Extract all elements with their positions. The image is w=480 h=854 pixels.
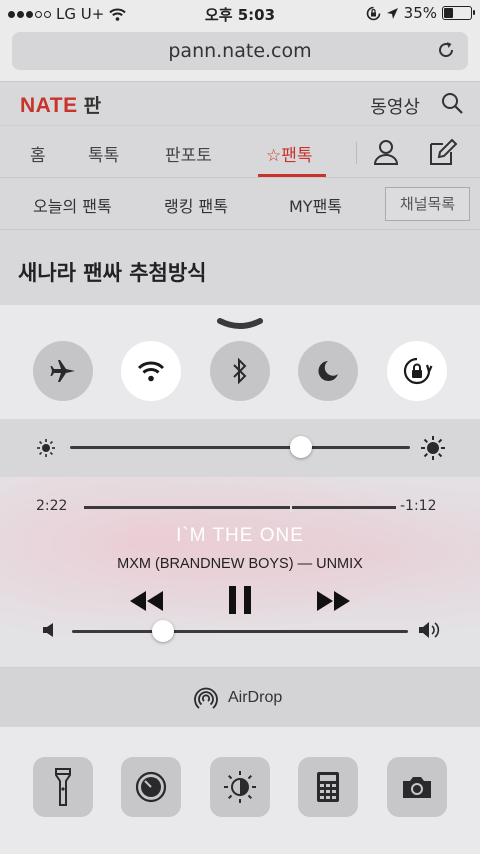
brightness-low-icon: [37, 439, 55, 457]
airdrop-icon: [194, 687, 218, 709]
fast-forward-icon[interactable]: [316, 589, 352, 613]
status-bar: LG U+ 오후 5:03 35%: [0, 0, 480, 28]
quick-actions-row: [0, 727, 480, 854]
now-playing-section: 2:22 -1:12 I`M THE ONE MXM (BRANDNEW BOY…: [0, 477, 480, 667]
site-header: NATE 판 동영상: [0, 82, 480, 126]
volume-low-icon: [43, 623, 53, 637]
url-text: pann.nate.com: [168, 40, 312, 62]
nate-logo-suffix: 판: [83, 96, 102, 117]
edit-icon[interactable]: [428, 138, 458, 166]
timer-icon: [135, 771, 167, 803]
nate-logo[interactable]: NATE 판: [20, 91, 102, 118]
wifi-toggle[interactable]: [121, 341, 181, 401]
user-icon[interactable]: [372, 138, 400, 166]
tab-toktok[interactable]: 톡톡: [88, 141, 119, 166]
subtab-today[interactable]: 오늘의 팬톡: [33, 193, 112, 217]
location-arrow-icon: [386, 7, 398, 19]
airdrop-button[interactable]: AirDrop: [0, 667, 480, 727]
battery-percent: 35%: [403, 4, 437, 22]
rotation-lock-status-icon: [366, 6, 380, 20]
airplane-icon: [50, 360, 75, 382]
playback-position-marker[interactable]: [290, 502, 292, 512]
do-not-disturb-toggle[interactable]: [298, 341, 358, 401]
elapsed-time: 2:22: [36, 498, 68, 514]
calculator-button[interactable]: [298, 757, 358, 817]
flashlight-icon: [55, 768, 71, 806]
timer-button[interactable]: [121, 757, 181, 817]
airdrop-content: AirDrop: [192, 684, 282, 712]
moon-icon: [318, 361, 338, 381]
sub-tabs: 오늘의 팬톡 랭킹 팬톡 MY팬톡 채널목록: [0, 178, 480, 230]
rotation-lock-icon: [403, 357, 433, 385]
playback-progress-bar[interactable]: [84, 506, 396, 509]
bluetooth-icon: [233, 357, 247, 385]
rewind-icon[interactable]: [128, 589, 164, 613]
remaining-time: -1:12: [400, 498, 437, 514]
video-link[interactable]: 동영상: [370, 93, 420, 119]
control-center: 2:22 -1:12 I`M THE ONE MXM (BRANDNEW BOY…: [0, 305, 480, 854]
brightness-section: [0, 419, 480, 477]
playback-controls: [0, 581, 480, 621]
reload-icon[interactable]: [436, 40, 456, 60]
browser-address-bar: pann.nate.com: [0, 28, 480, 82]
active-tab-indicator: [258, 174, 326, 177]
wifi-icon: [137, 361, 165, 382]
volume-high-icon: [419, 622, 440, 638]
main-tabs: 홈 톡톡 판포토 ☆팬톡: [0, 126, 480, 178]
brightness-slider-knob[interactable]: [290, 436, 312, 458]
subtab-my[interactable]: MY팬톡: [289, 193, 342, 217]
tab-divider: [356, 142, 357, 164]
camera-button[interactable]: [387, 757, 447, 817]
url-field[interactable]: pann.nate.com: [12, 32, 468, 70]
tab-home[interactable]: 홈: [30, 141, 46, 166]
night-shift-button[interactable]: [210, 757, 270, 817]
nate-logo-text: NATE: [20, 94, 78, 117]
tab-panphoto[interactable]: 판포토: [165, 141, 212, 166]
volume-slider-knob[interactable]: [152, 620, 174, 642]
song-title: I`M THE ONE: [176, 525, 304, 546]
airplane-mode-toggle[interactable]: [33, 341, 93, 401]
tab-fantalk[interactable]: ☆팬톡: [266, 141, 313, 166]
brightness-high-icon: [421, 436, 445, 460]
toggle-row: [0, 341, 480, 419]
web-page: NATE 판 동영상 홈 톡톡 판포토 ☆팬톡 오늘의 팬톡 랭킹 팬톡 MY팬톡…: [0, 82, 480, 307]
airdrop-label: AirDrop: [228, 689, 283, 706]
rotation-lock-toggle[interactable]: [387, 341, 447, 401]
pause-icon[interactable]: [228, 585, 252, 615]
battery-icon: [442, 6, 475, 20]
camera-icon: [403, 777, 431, 798]
chevron-down-icon[interactable]: [216, 317, 264, 331]
song-artist: MXM (BRANDNEW BOYS) — UNMIX: [117, 556, 363, 572]
calculator-icon: [317, 772, 339, 802]
channel-list-button[interactable]: 채널목록: [385, 187, 470, 221]
bluetooth-toggle[interactable]: [210, 341, 270, 401]
status-right: 35%: [366, 4, 475, 22]
search-icon[interactable]: [440, 91, 464, 115]
night-shift-icon: [224, 771, 256, 803]
volume-slider[interactable]: [72, 630, 408, 633]
battery-fill: [444, 8, 453, 18]
flashlight-button[interactable]: [33, 757, 93, 817]
brightness-slider[interactable]: [70, 446, 410, 449]
post-title[interactable]: 새나라 팬싸 추첨방식: [18, 257, 207, 287]
subtab-ranking[interactable]: 랭킹 팬톡: [164, 193, 228, 217]
